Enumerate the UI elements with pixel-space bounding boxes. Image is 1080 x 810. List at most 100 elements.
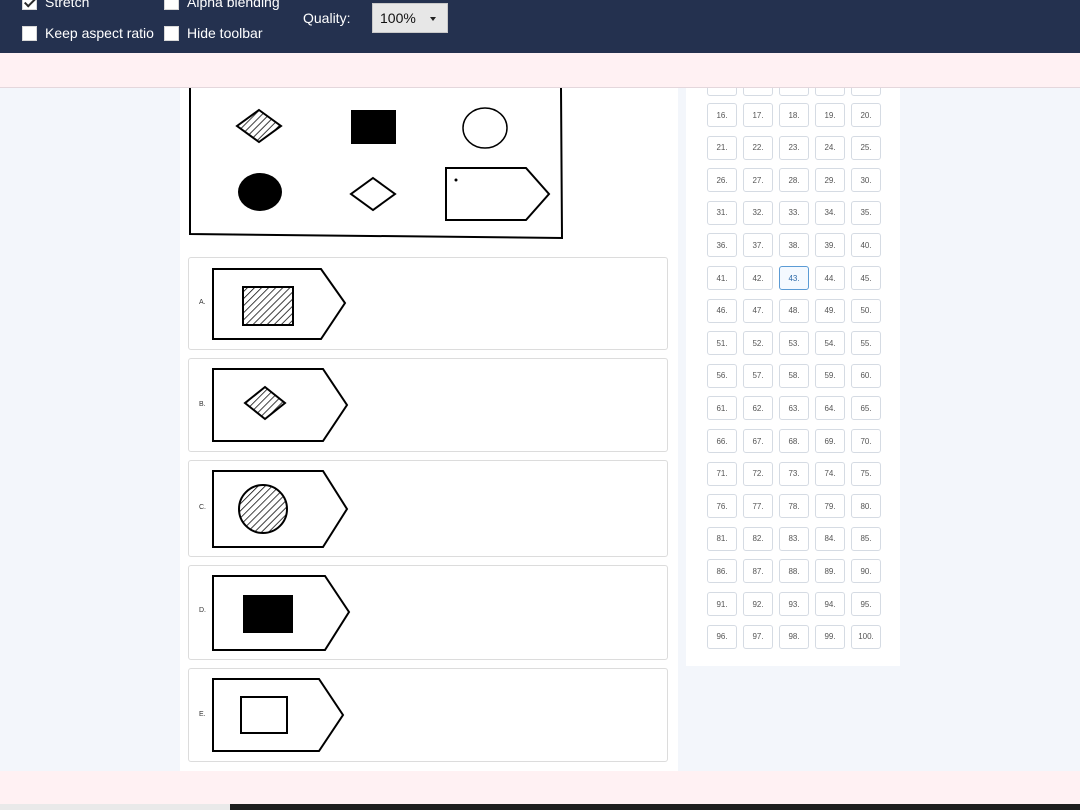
question-nav-button[interactable]: 35. — [851, 200, 881, 225]
question-nav-button[interactable]: 38. — [779, 233, 809, 258]
question-nav-button[interactable]: 74. — [815, 461, 845, 486]
question-nav-button[interactable]: 58. — [779, 363, 809, 388]
question-nav-button[interactable]: 60. — [851, 363, 881, 388]
question-nav-button[interactable]: 21. — [707, 135, 737, 160]
alpha-blending-option[interactable]: Alpha blending — [164, 0, 280, 10]
question-nav-button[interactable]: 43. — [779, 266, 809, 290]
question-nav-button[interactable]: 66. — [707, 429, 737, 453]
question-nav-button[interactable]: 30. — [851, 168, 881, 193]
question-nav-button[interactable]: 67. — [743, 429, 773, 453]
question-nav-button[interactable]: 59. — [815, 363, 845, 388]
alpha-blending-checkbox[interactable] — [164, 0, 179, 10]
question-nav-button[interactable]: 80. — [851, 494, 881, 519]
question-nav-button[interactable]: 79. — [815, 494, 845, 519]
question-nav-button[interactable]: 46. — [707, 298, 737, 323]
question-nav-button[interactable]: 56. — [707, 363, 737, 388]
keep-aspect-option[interactable]: Keep aspect ratio — [22, 25, 154, 41]
question-nav-button[interactable]: 93. — [779, 592, 809, 616]
question-nav-button[interactable]: 20. — [851, 103, 881, 127]
question-nav-button[interactable]: 31. — [707, 200, 737, 225]
question-nav-button[interactable]: 54. — [815, 331, 845, 356]
option-a-figure — [212, 268, 347, 340]
question-nav-button[interactable]: 57. — [743, 363, 773, 388]
question-nav-button[interactable]: 63. — [779, 396, 809, 421]
question-nav-button[interactable]: 70. — [851, 429, 881, 453]
question-nav-button[interactable]: 18. — [779, 103, 809, 127]
question-nav-button[interactable]: 29. — [815, 168, 845, 193]
question-nav-button[interactable]: 62. — [743, 396, 773, 421]
question-nav-button[interactable]: 22. — [743, 135, 773, 160]
question-nav-button[interactable]: 49. — [815, 298, 845, 323]
question-nav-button[interactable]: 75. — [851, 461, 881, 486]
question-nav-button[interactable]: 72. — [743, 461, 773, 486]
question-nav-button[interactable]: 23. — [779, 135, 809, 160]
question-nav-button[interactable]: 84. — [815, 526, 845, 551]
question-nav-button[interactable]: 99. — [815, 624, 845, 649]
question-nav-button[interactable]: 47. — [743, 298, 773, 323]
question-nav-button[interactable]: 17. — [743, 103, 773, 127]
question-nav-button[interactable]: 78. — [779, 494, 809, 519]
question-nav-button[interactable]: 85. — [851, 526, 881, 551]
question-nav-button[interactable]: 42. — [743, 266, 773, 290]
question-nav-button[interactable]: 100. — [851, 624, 881, 649]
question-nav-button[interactable]: 34. — [815, 200, 845, 225]
option-b[interactable]: B. — [188, 358, 668, 452]
question-nav-button[interactable]: 92. — [743, 592, 773, 616]
question-nav-button[interactable]: 81. — [707, 526, 737, 551]
question-nav-button[interactable]: 89. — [815, 559, 845, 584]
hide-toolbar-checkbox[interactable] — [164, 25, 179, 41]
question-nav-button[interactable]: 68. — [779, 429, 809, 453]
stretch-checkbox[interactable] — [22, 0, 37, 10]
question-nav-button[interactable]: 76. — [707, 494, 737, 519]
question-nav-button[interactable]: 36. — [707, 233, 737, 258]
question-nav-button[interactable]: 28. — [779, 168, 809, 193]
question-nav-button[interactable]: 83. — [779, 526, 809, 551]
question-nav-button[interactable]: 71. — [707, 461, 737, 486]
quality-select[interactable]: 100% — [372, 3, 448, 33]
question-nav-button[interactable]: 24. — [815, 135, 845, 160]
question-nav-button[interactable]: 16. — [707, 103, 737, 127]
question-nav-button[interactable]: 77. — [743, 494, 773, 519]
question-nav-button[interactable]: 26. — [707, 168, 737, 193]
stretch-option[interactable]: Stretch — [22, 0, 89, 10]
question-nav-button[interactable]: 52. — [743, 331, 773, 356]
question-nav-button[interactable]: 90. — [851, 559, 881, 584]
question-nav-button[interactable]: 82. — [743, 526, 773, 551]
question-nav-button[interactable]: 64. — [815, 396, 845, 421]
question-nav-button[interactable]: 96. — [707, 624, 737, 649]
question-nav-button[interactable]: 33. — [779, 200, 809, 225]
question-nav-button[interactable]: 50. — [851, 298, 881, 323]
question-nav-button[interactable]: 32. — [743, 200, 773, 225]
question-nav-button[interactable]: 48. — [779, 298, 809, 323]
question-nav-button[interactable]: 65. — [851, 396, 881, 421]
question-nav-button[interactable]: 39. — [815, 233, 845, 258]
question-nav-button[interactable]: 73. — [779, 461, 809, 486]
keep-aspect-checkbox[interactable] — [22, 25, 37, 41]
question-nav-button[interactable]: 69. — [815, 429, 845, 453]
question-nav-button[interactable]: 55. — [851, 331, 881, 356]
hide-toolbar-option[interactable]: Hide toolbar — [164, 25, 263, 41]
option-e[interactable]: E. — [188, 668, 668, 762]
question-nav-button[interactable]: 87. — [743, 559, 773, 584]
question-nav-button[interactable]: 95. — [851, 592, 881, 616]
question-nav-button[interactable]: 97. — [743, 624, 773, 649]
question-nav-button[interactable]: 94. — [815, 592, 845, 616]
question-nav-button[interactable]: 25. — [851, 135, 881, 160]
question-nav-button[interactable]: 91. — [707, 592, 737, 616]
option-a[interactable]: A. — [188, 257, 668, 350]
question-nav-button[interactable]: 37. — [743, 233, 773, 258]
question-nav-button[interactable]: 40. — [851, 233, 881, 258]
question-nav-button[interactable]: 44. — [815, 266, 845, 290]
option-d[interactable]: D. — [188, 565, 668, 660]
question-nav-button[interactable]: 86. — [707, 559, 737, 584]
question-nav-button[interactable]: 98. — [779, 624, 809, 649]
question-nav-button[interactable]: 27. — [743, 168, 773, 193]
question-nav-button[interactable]: 61. — [707, 396, 737, 421]
question-nav-button[interactable]: 41. — [707, 266, 737, 290]
question-nav-button[interactable]: 53. — [779, 331, 809, 356]
question-nav-button[interactable]: 51. — [707, 331, 737, 356]
question-nav-button[interactable]: 45. — [851, 266, 881, 290]
option-c[interactable]: C. — [188, 460, 668, 557]
question-nav-button[interactable]: 19. — [815, 103, 845, 127]
question-nav-button[interactable]: 88. — [779, 559, 809, 584]
